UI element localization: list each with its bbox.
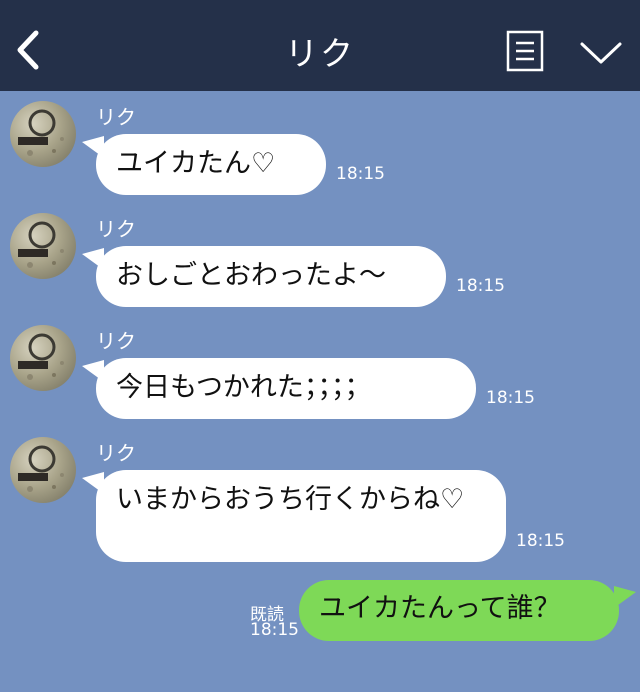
avatar[interactable]	[10, 213, 76, 279]
document-menu-icon	[506, 30, 544, 72]
message-time: 18:15	[486, 388, 535, 408]
avatar[interactable]	[10, 101, 76, 167]
bubble-tail	[614, 586, 636, 608]
message-bubble[interactable]: 今日もつかれた；；；；	[96, 358, 476, 419]
message-bubble[interactable]: ユイカたん♡	[96, 134, 326, 195]
message-time: 18:15	[456, 276, 505, 296]
sender-name: リク	[96, 329, 136, 353]
menu-button[interactable]	[506, 30, 544, 72]
avatar[interactable]	[10, 325, 76, 391]
glasses-photo-icon	[18, 333, 64, 380]
glasses-photo-icon	[18, 109, 64, 156]
sender-name: リク	[96, 105, 136, 129]
chevron-down-icon	[580, 42, 622, 64]
sender-name: リク	[96, 441, 136, 465]
chat-title: リク	[285, 34, 355, 73]
message-time: 18:15	[336, 164, 385, 184]
message-time: 18:15	[516, 531, 565, 551]
glasses-photo-icon	[18, 445, 64, 492]
avatar[interactable]	[10, 437, 76, 503]
glasses-photo-icon	[18, 221, 64, 268]
message-bubble[interactable]: おしごとおわったよ〜	[96, 246, 446, 307]
collapse-button[interactable]	[578, 36, 624, 70]
message-time: 18:15	[250, 620, 299, 640]
message-bubble[interactable]: いまからおうち行くからね♡	[96, 470, 506, 562]
my-message-bubble[interactable]: ユイカたんって誰？	[299, 580, 619, 641]
sender-name: リク	[96, 217, 136, 241]
chat-header: リク	[0, 0, 640, 91]
